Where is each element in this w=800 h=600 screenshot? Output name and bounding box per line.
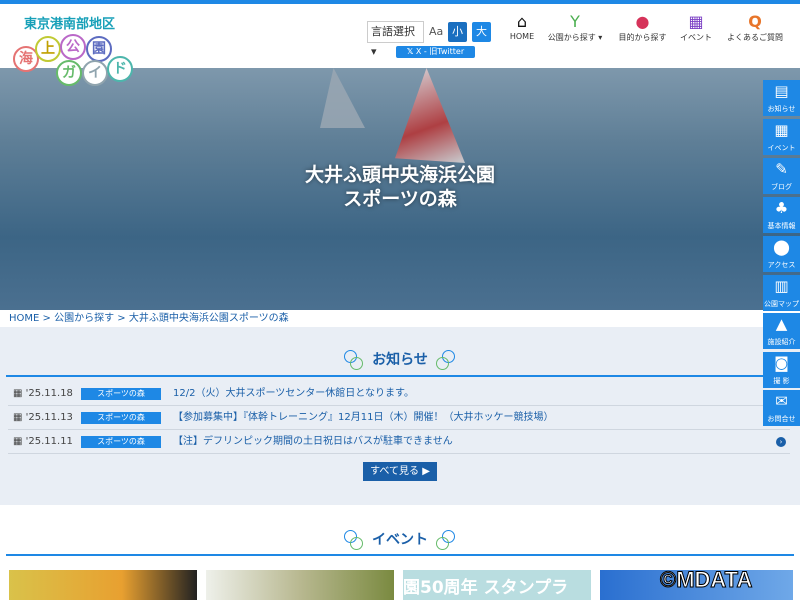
language-select[interactable]: 言語選択 ▾ bbox=[367, 21, 424, 58]
divider bbox=[6, 375, 794, 377]
font-small-button[interactable]: 小 bbox=[448, 22, 467, 42]
nav-park-search[interactable]: Y 公園から探す ▾ bbox=[545, 12, 605, 43]
side-nav-contact[interactable]: ✉ お問合せ bbox=[763, 390, 800, 426]
hero-title: 大井ふ頭中央海浜公園 スポーツの森 bbox=[304, 164, 495, 210]
breadcrumb-home[interactable]: HOME bbox=[9, 313, 39, 324]
ball-icon: ● bbox=[635, 12, 650, 31]
calendar-icon: ▦ bbox=[774, 121, 789, 139]
windsurf-sail bbox=[320, 68, 365, 128]
nav-event[interactable]: ▦ イベント bbox=[677, 12, 715, 43]
breadcrumb-park-search[interactable]: 公園から探す bbox=[54, 313, 114, 324]
divider bbox=[6, 554, 794, 556]
sprout-icon: Y bbox=[570, 12, 580, 31]
font-size-label: Aa bbox=[429, 25, 444, 38]
side-nav-event[interactable]: ▦ イベント bbox=[763, 119, 800, 155]
notice-link[interactable]: 【注】デフリンピック期間の土日祝日はバスが駐車できません bbox=[173, 430, 453, 454]
rings-icon bbox=[436, 530, 456, 550]
font-large-button[interactable]: 大 bbox=[472, 22, 491, 42]
twitter-link[interactable]: 𝕏 X - 旧Twitter bbox=[396, 46, 475, 58]
event-card[interactable] bbox=[206, 570, 394, 600]
notice-link[interactable]: 12/2（火）大井スポーツセンター休館日となります。 bbox=[173, 382, 414, 406]
notice-link[interactable]: 【参加募集中】『体幹トレーニング』12月11日（木）開催！（大井ホッケー競技場） bbox=[173, 406, 553, 430]
event-card[interactable] bbox=[9, 570, 197, 600]
mail-icon: ✉ bbox=[775, 392, 788, 410]
rings-icon bbox=[344, 350, 364, 370]
side-nav-facility[interactable]: ▲ 施設紹介 bbox=[763, 313, 800, 349]
windsurf-sail bbox=[395, 68, 465, 163]
side-nav-info[interactable]: ♣ 基本情報 bbox=[763, 197, 800, 233]
see-all-button[interactable]: すべて見る ▶ bbox=[363, 462, 437, 481]
facility-icon: ▲ bbox=[775, 315, 788, 333]
category-tag: スポーツの森 bbox=[81, 436, 161, 448]
hero-image: 大井ふ頭中央海浜公園 スポーツの森 bbox=[0, 68, 800, 310]
nav-home[interactable]: ⌂ HOME bbox=[507, 12, 537, 41]
map-pin-icon: ⬤ bbox=[773, 238, 790, 256]
side-nav-notice[interactable]: ▤ お知らせ bbox=[763, 80, 800, 116]
camera-icon: ◙ bbox=[774, 354, 789, 372]
side-nav-blog[interactable]: ✎ ブログ bbox=[763, 158, 800, 194]
watermark: ©MDATA bbox=[659, 567, 753, 593]
breadcrumb-current: 大井ふ頭中央海浜公園スポーツの森 bbox=[128, 313, 289, 324]
chevron-right-icon[interactable]: › bbox=[776, 437, 786, 447]
home-icon: ⌂ bbox=[516, 12, 528, 31]
newspaper-icon: ▤ bbox=[774, 82, 789, 100]
edit-icon: ✎ bbox=[775, 160, 788, 178]
breadcrumb: HOME > 公園から探す > 大井ふ頭中央海浜公園スポーツの森 bbox=[0, 310, 800, 327]
rings-icon bbox=[435, 350, 456, 370]
nav-faq[interactable]: Q よくあるご質問 bbox=[722, 12, 788, 43]
notice-row[interactable]: ▦ '25.11.11 スポーツの森 【注】デフリンピック期間の土日祝日はバスが駐車… bbox=[8, 430, 790, 454]
map-icon: ▥ bbox=[774, 277, 789, 295]
tree-icon: ♣ bbox=[774, 199, 789, 217]
notice-row[interactable]: ▦ '25.11.18 スポーツの森 12/2（火）大井スポーツセンター休館日となり… bbox=[8, 382, 790, 406]
calendar-icon: ▦ bbox=[688, 12, 704, 31]
category-tag: スポーツの森 bbox=[81, 388, 161, 400]
q-icon: Q bbox=[748, 12, 762, 31]
side-nav-photo[interactable]: ◙ 撮 影 bbox=[763, 352, 800, 388]
logo[interactable]: 海 上 公 園 ガ イ ド bbox=[10, 30, 140, 90]
side-nav-access[interactable]: ⬤ アクセス bbox=[763, 236, 800, 272]
side-nav-map[interactable]: ▥ 公園マップ bbox=[763, 275, 800, 311]
category-tag: スポーツの森 bbox=[81, 412, 161, 424]
event-title: イベント bbox=[0, 529, 800, 550]
notice-row[interactable]: ▦ '25.11.13 スポーツの森 【参加募集中】『体幹トレーニング』12月11日… bbox=[8, 406, 790, 430]
notice-title: お知らせ bbox=[0, 349, 800, 370]
event-card[interactable]: 園50周年 スタンプラ bbox=[403, 570, 591, 600]
rings-icon bbox=[344, 530, 364, 550]
nav-purpose-search[interactable]: ● 目的から探す bbox=[615, 12, 670, 43]
